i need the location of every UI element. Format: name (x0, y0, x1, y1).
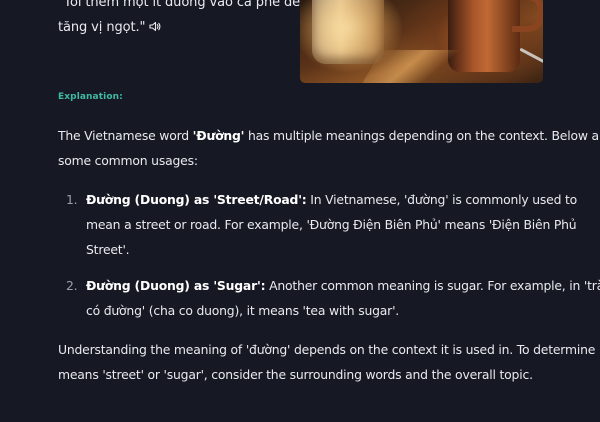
coffee-mugs-image[interactable] (300, 0, 543, 83)
example-sentence: "Tôi thêm một ít đường vào cà phê để tăn… (58, 0, 301, 40)
speaker-icon[interactable] (149, 16, 161, 32)
glass-mug-shape (312, 0, 384, 64)
mug-handle-shape (512, 0, 543, 32)
list-item-text: In Vietnamese, 'đường' is commonly used … (306, 192, 578, 207)
explanation-label: Explanation: (58, 92, 123, 102)
intro-prefix: The Vietnamese word (58, 128, 193, 143)
list-item-line: Đường (Duong) as 'Street/Road': In Vietn… (86, 187, 577, 212)
list-item-body: Đường (Duong) as 'Street/Road': In Vietn… (86, 187, 577, 262)
list-item-line: có đường' (cha co duong), it means 'tea … (86, 303, 400, 318)
example-line-1: "Tôi thêm một ít đường vào cà phê để (58, 0, 301, 10)
list-item-line: Street'. (86, 242, 130, 257)
conclusion-line-1: Understanding the meaning of 'đường' dep… (58, 342, 600, 357)
conclusion-paragraph: Understanding the meaning of 'đường' dep… (58, 337, 600, 387)
example-line-2-text: tăng vị ngọt." (58, 20, 146, 35)
list-item-title: Đường (Duong) as 'Sugar': (86, 278, 266, 293)
chat-response: "Tôi thêm một ít đường vào cà phê để tăn… (0, 0, 600, 422)
intro-suffix: has multiple meanings depending on the c… (244, 128, 600, 143)
intro-line-2: some common usages: (58, 153, 198, 168)
list-number: 1. (66, 192, 78, 207)
intro-word: 'Đường' (192, 128, 245, 143)
list-number: 2. (66, 278, 78, 293)
list-item-line: Đường (Duong) as 'Sugar': Another common… (86, 273, 600, 298)
intro-paragraph: The Vietnamese word 'Đường' has multiple… (58, 123, 600, 173)
list-item-title: Đường (Duong) as 'Street/Road': (86, 192, 307, 207)
list-item-body: Đường (Duong) as 'Sugar': Another common… (86, 273, 600, 323)
spoon-shape (519, 47, 543, 68)
example-line-2: tăng vị ngọt." (58, 15, 298, 40)
intro-line-1: The Vietnamese word 'Đường' has multiple… (58, 123, 600, 148)
list-item-line: mean a street or road. For example, 'Đườ… (86, 217, 577, 232)
list-item-text: Another common meaning is sugar. For exa… (265, 278, 600, 293)
conclusion-line-2: means 'street' or 'sugar', consider the … (58, 367, 533, 382)
